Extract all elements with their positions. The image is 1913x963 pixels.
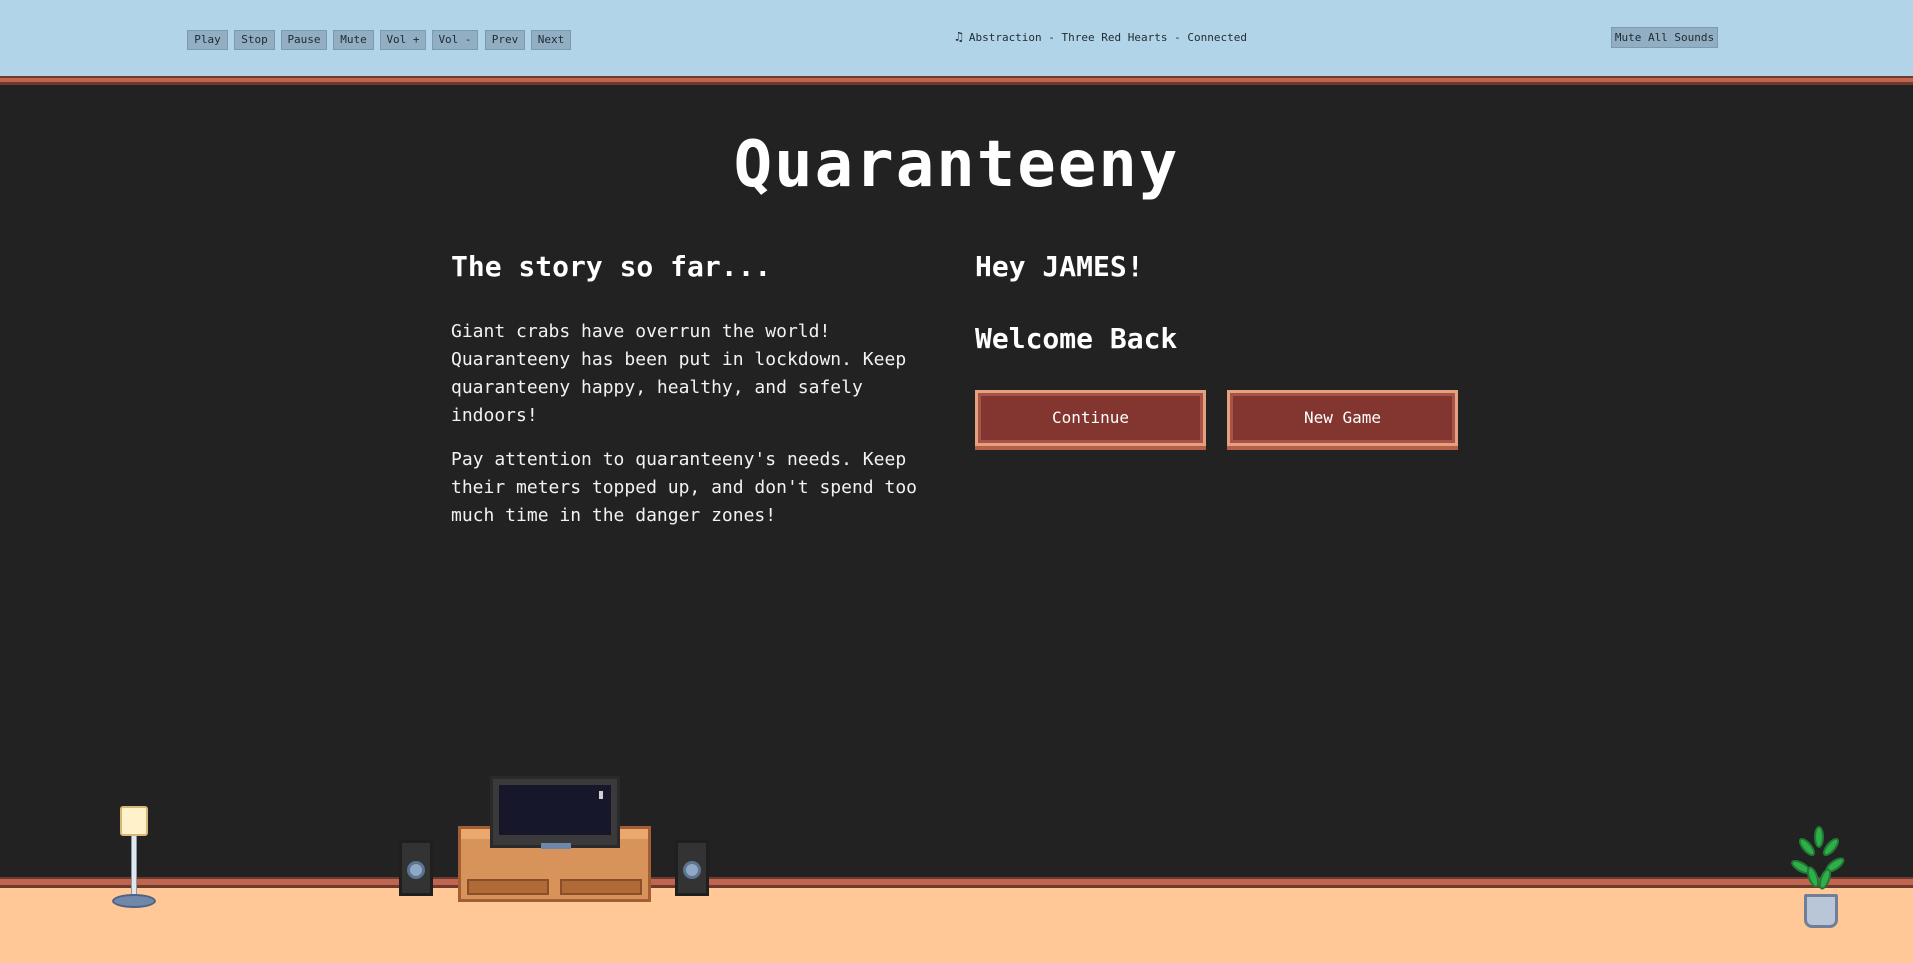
- potted-plant-icon: [1788, 824, 1850, 934]
- stop-button[interactable]: Stop: [234, 30, 275, 50]
- top-rail: [0, 76, 1913, 85]
- left-speaker-icon: [399, 840, 433, 896]
- story-paragraph-1: Giant crabs have overrun the world! Quar…: [451, 321, 907, 426]
- now-playing-text: Abstraction - Three Red Hearts - Connect…: [968, 31, 1247, 44]
- previous-track-button[interactable]: Prev: [485, 30, 525, 50]
- game-title: Quaranteeny: [733, 128, 1180, 202]
- pause-button[interactable]: Pause: [281, 30, 327, 50]
- volume-up-button[interactable]: Vol +: [380, 30, 426, 50]
- story-paragraph-2: Pay attention to quaranteeny's needs. Ke…: [451, 449, 917, 526]
- welcome-back-heading: Welcome Back: [975, 322, 1178, 355]
- mute-button[interactable]: Mute: [333, 30, 374, 50]
- greeting-heading: Hey JAMES!: [975, 250, 1144, 283]
- story-heading: The story so far...: [451, 250, 772, 283]
- play-button[interactable]: Play: [187, 30, 228, 50]
- next-track-button[interactable]: Next: [531, 30, 571, 50]
- mute-all-sounds-button[interactable]: Mute All Sounds: [1611, 27, 1718, 48]
- music-note-icon: ♫: [955, 30, 963, 45]
- floor: [0, 888, 1913, 963]
- floor-rail: [0, 877, 1913, 888]
- new-game-button[interactable]: New Game: [1227, 390, 1458, 446]
- television-icon: [490, 776, 620, 849]
- right-speaker-icon: [675, 840, 709, 896]
- now-playing-status: ♫ Abstraction - Three Red Hearts - Connec…: [955, 29, 1247, 47]
- floor-lamp-icon: [110, 806, 158, 910]
- continue-button[interactable]: Continue: [975, 390, 1206, 446]
- volume-down-button[interactable]: Vol -: [432, 30, 478, 50]
- music-control-bar: Play Stop Pause Mute Vol + Vol - Prev Ne…: [0, 0, 1913, 76]
